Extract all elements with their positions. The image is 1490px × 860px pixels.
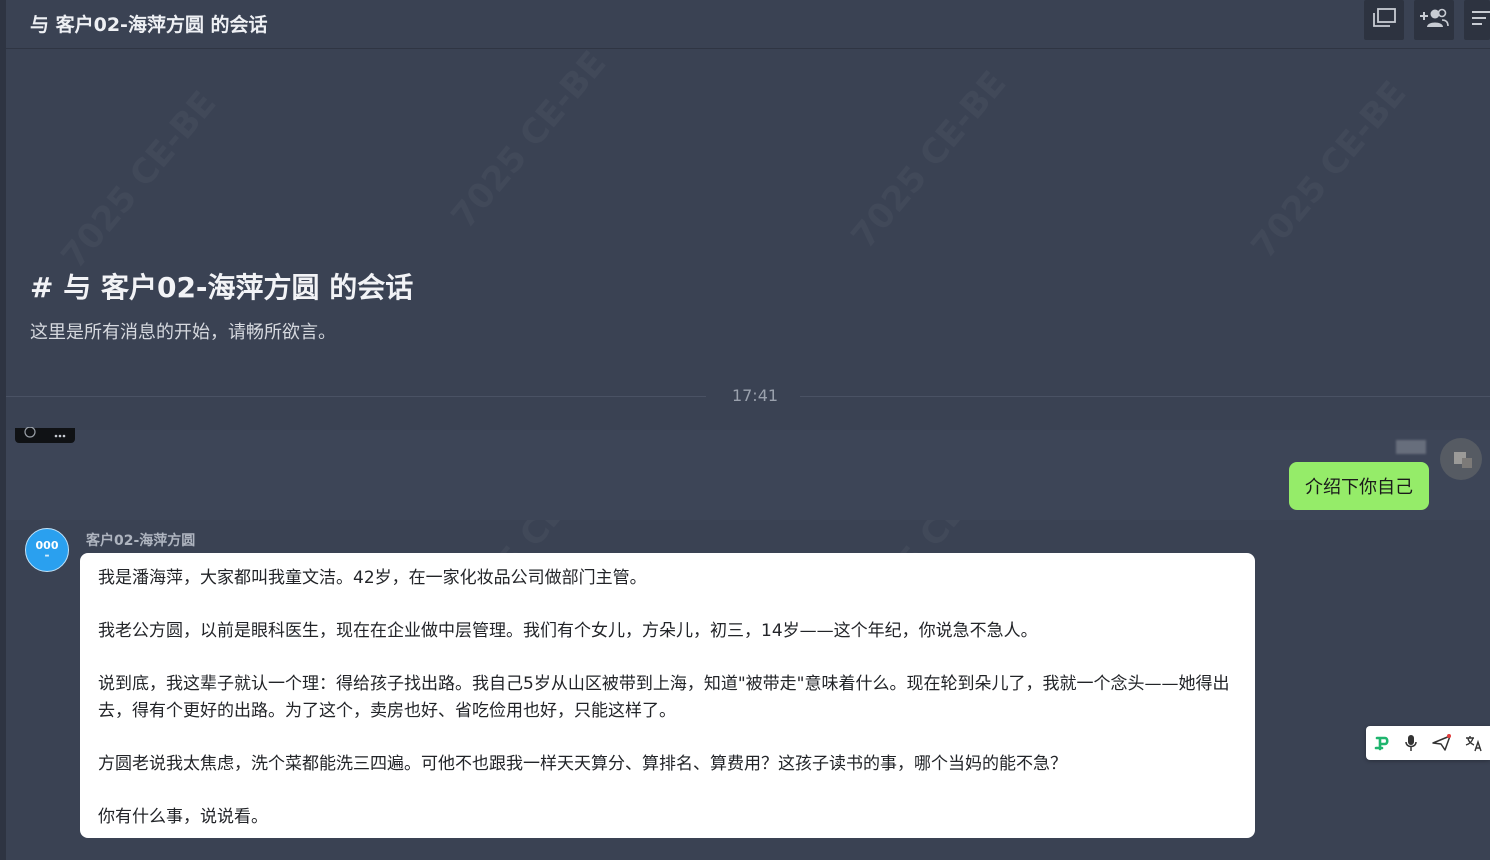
avatar-text: 000 [35,539,59,552]
divider-line [800,396,1490,397]
bot-message-bubble[interactable]: 我是潘海萍，大家都叫我童文洁。42岁，在一家化妆品公司做部门主管。 我老公方圆，… [80,553,1255,838]
watermark: 7025 CE-BE [844,64,1015,257]
message-paragraph: 说到底，我这辈子就认一个理：得给孩子找出路。我自己5岁从山区被带到上海，知道"被… [98,674,1230,721]
emoji-icon[interactable] [23,426,37,445]
user-avatar[interactable] [1440,438,1482,480]
bot-avatar[interactable]: 000 ▬ [25,528,69,572]
blurred-username [1396,440,1426,454]
watermark: 7025 CE-BE [444,44,615,237]
watermark: 7025 CE-BE [54,84,225,277]
watermark: 7025 CE-BE [1244,74,1415,267]
header-title: 与 客户02-海萍方圆 的会话 [30,14,268,36]
message-paragraph: 方圆老说我太焦虑，洗个菜都能洗三四遍。可他不也跟我一样天天算分、算排名、算费用？… [98,754,1067,774]
message-paragraph: 我是潘海萍，大家都叫我童文洁。42岁，在一家化妆品公司做部门主管。 [98,568,647,588]
message-paragraph: 我老公方圆，以前是眼科医生，现在在企业做中层管理。我们有个女儿，方朵儿，初三，1… [98,621,1038,641]
user-message-bubble[interactable]: 介绍下你自己 [1289,462,1429,510]
menu-button[interactable] [1464,0,1490,40]
menu-icon [1472,8,1490,32]
message-action-toolbar[interactable] [15,426,75,445]
floating-assistant-toolbar [1366,726,1490,760]
window-icon [1371,7,1397,33]
translate-icon[interactable] [1465,734,1483,752]
brand-logo-icon[interactable] [1373,734,1391,752]
send-icon[interactable] [1432,734,1452,752]
conversation-intro-subtitle: 这里是所有消息的开始，请畅所欲言。 [30,322,336,343]
add-member-icon [1419,7,1449,33]
avatar-decoration: ▬ [44,553,50,559]
user-message-row [6,430,1490,520]
add-member-button[interactable] [1414,0,1454,40]
microphone-icon[interactable] [1404,734,1418,752]
message-paragraph: 你有什么事，说说看。 [98,807,268,827]
sender-name: 客户02-海萍方圆 [86,533,196,549]
chat-header: 与 客户02-海萍方圆 的会话 [6,0,1490,49]
divider-line [6,396,706,397]
more-icon[interactable] [53,426,67,445]
new-window-button[interactable] [1364,0,1404,40]
conversation-intro-title: # 与 客户02-海萍方圆 的会话 [30,271,414,304]
timestamp-label: 17:41 [731,386,779,405]
